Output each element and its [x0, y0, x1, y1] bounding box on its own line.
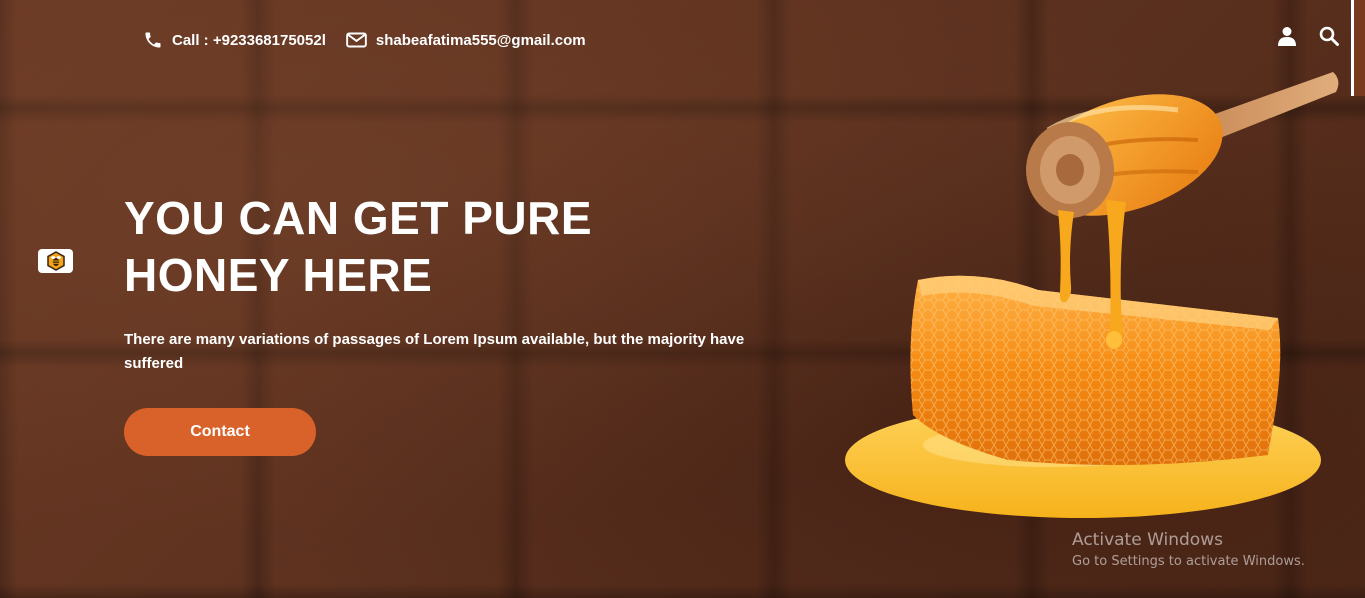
hero-section: YOU CAN GET PURE HONEY HERE There are ma…	[124, 190, 804, 376]
envelope-icon	[346, 32, 367, 48]
email-contact[interactable]: shabeafatima555@gmail.com	[346, 32, 586, 49]
honey-dipper-honeycomb-image	[845, 72, 1339, 518]
phone-icon	[145, 32, 161, 48]
user-icon[interactable]	[1277, 26, 1297, 46]
contact-button[interactable]: Contact	[124, 408, 316, 456]
hero-subtitle: There are many variations of passages of…	[124, 331, 745, 372]
email-address: shabeafatima555@gmail.com	[375, 31, 586, 49]
phone-contact[interactable]: Call : +923368175052l	[143, 30, 326, 50]
phone-number: Call : +923368175052l	[172, 31, 326, 49]
scroll-accent	[1351, 0, 1365, 96]
honey-drip-left	[1058, 210, 1074, 303]
watermark-subtitle: Go to Settings to activate Windows.	[1072, 554, 1305, 569]
contact-bar: Call : +923368175052l shabeafatima555@gm…	[143, 28, 586, 52]
watermark-title: Activate Windows	[1072, 530, 1223, 550]
windows-activation-watermark: Activate Windows Go to Settings to activ…	[1072, 528, 1305, 572]
header-actions	[1277, 26, 1339, 46]
side-logo-badge[interactable]	[38, 249, 73, 273]
bee-logo-icon	[46, 251, 65, 271]
search-icon[interactable]	[1319, 26, 1339, 46]
hero-title: YOU CAN GET PURE HONEY HERE	[124, 192, 593, 301]
